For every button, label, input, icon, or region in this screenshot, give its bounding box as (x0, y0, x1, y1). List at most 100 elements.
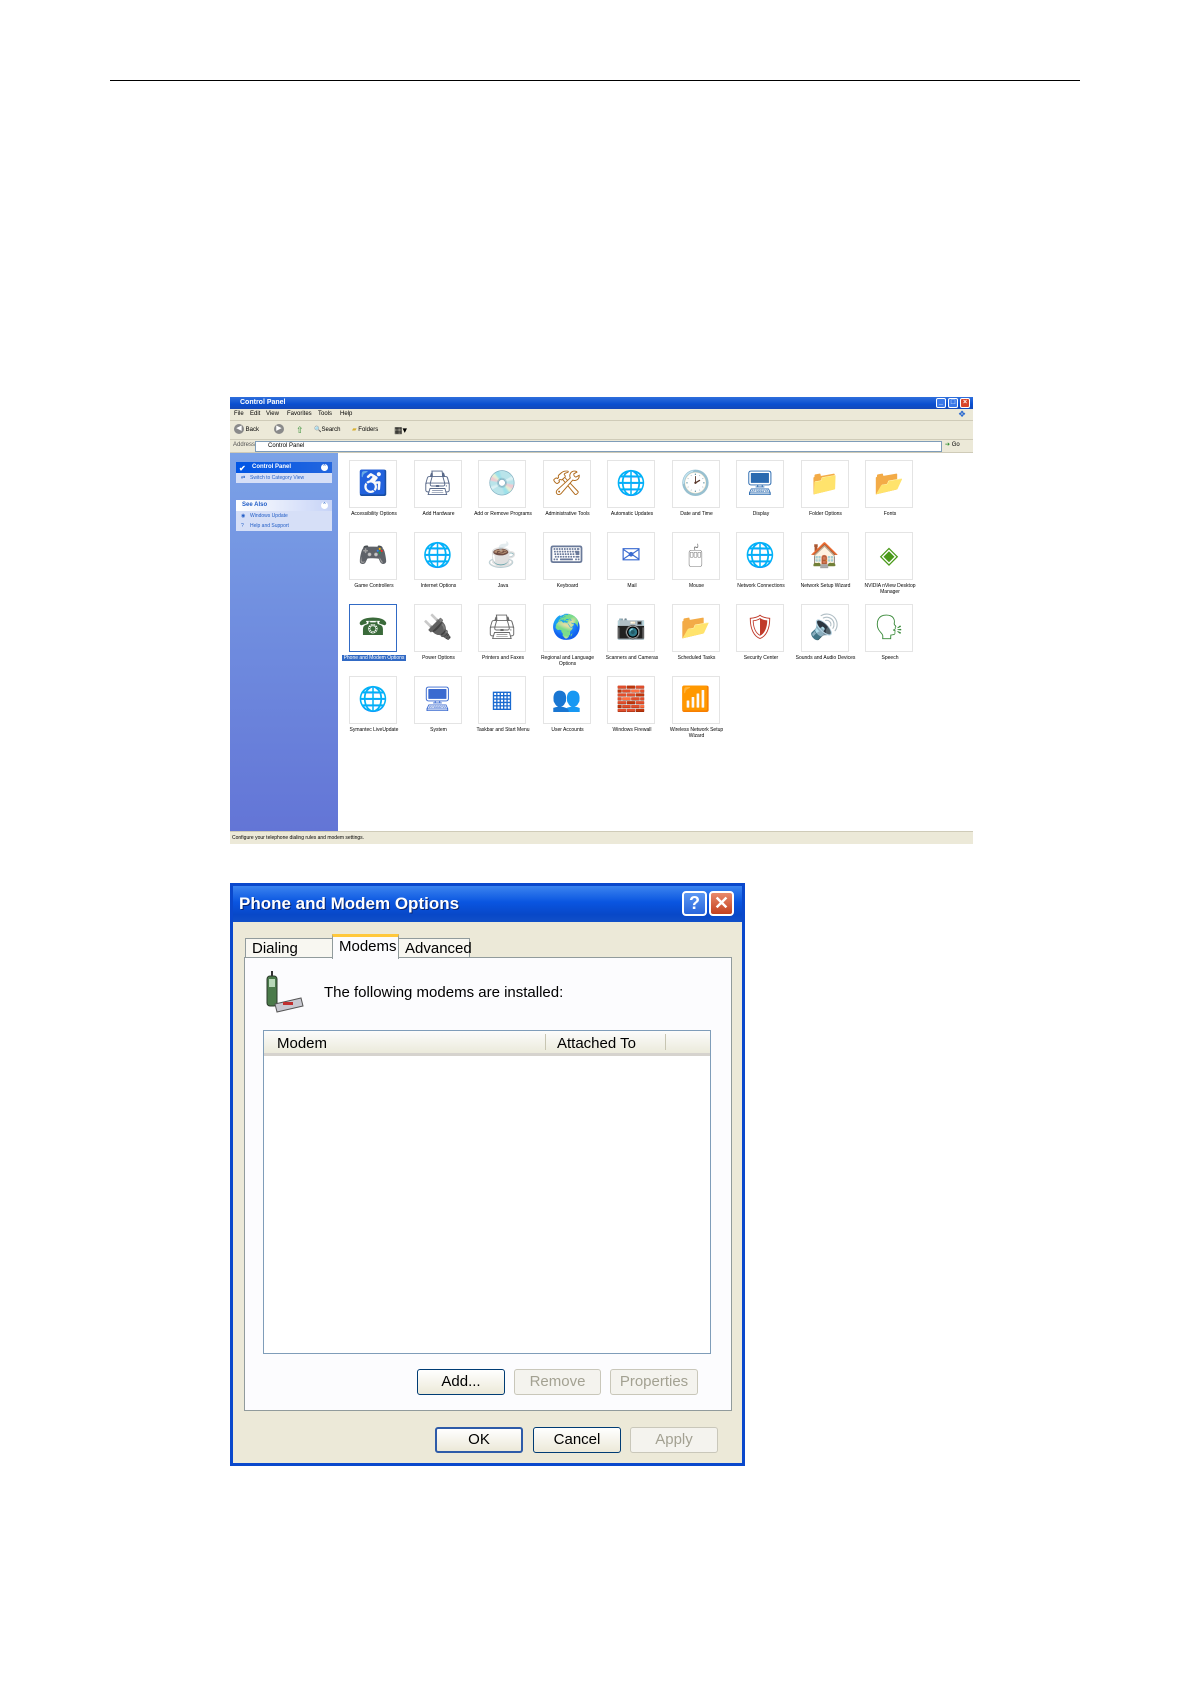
column-separator[interactable] (665, 1034, 666, 1050)
control-panel-item[interactable]: 🖨 Printers and Faxes (471, 604, 535, 672)
maximize-button[interactable]: □ (948, 398, 958, 408)
menu-favorites[interactable]: Favorites (287, 411, 312, 417)
back-button[interactable]: ◀ Back (234, 424, 259, 436)
address-value: Control Panel (268, 443, 305, 449)
control-panel-item[interactable]: 🕑 Date and Time (665, 460, 729, 528)
control-panel-item[interactable]: ✉ Mail (600, 532, 664, 600)
add-button[interactable]: Add... (417, 1369, 505, 1395)
control-panel-item[interactable]: 🗣 Speech (858, 604, 922, 672)
tab-modems[interactable]: Modems (332, 934, 399, 959)
control-panel-item-label: Date and Time (680, 511, 713, 517)
menu-help[interactable]: Help (340, 411, 352, 417)
modem-list[interactable]: Modem Attached To (263, 1030, 711, 1354)
minimize-button[interactable]: _ (936, 398, 946, 408)
windows-firewall-icon: 🧱 (607, 676, 655, 724)
cancel-button[interactable]: Cancel (533, 1427, 621, 1453)
control-panel-item[interactable]: ☕ Java (471, 532, 535, 600)
column-separator[interactable] (545, 1034, 546, 1050)
control-panel-item[interactable]: 🔌 Power Options (407, 604, 471, 672)
control-panel-item[interactable]: 🌐 Network Connections (729, 532, 793, 600)
forward-button[interactable]: ▶ (274, 424, 284, 436)
control-panel-item[interactable]: 💿 Add or Remove Programs (471, 460, 535, 528)
tab-advanced[interactable]: Advanced (398, 938, 472, 958)
close-button[interactable]: ✕ (709, 891, 734, 916)
wireless-setup-icon: 📶 (671, 676, 720, 724)
automatic-updates-icon: 🌐 (607, 460, 655, 508)
see-also-header[interactable]: See Also ⌃ (236, 500, 332, 511)
toolbar: ◀ Back ▶ ⇧ 🔍Search ▰ Folders ▦▾ (230, 421, 973, 440)
control-panel-item[interactable]: ☎ Phone and Modem Options (342, 604, 406, 672)
address-label: Address (233, 442, 256, 448)
control-panel-item[interactable]: 🔊 Sounds and Audio Devices (794, 604, 858, 672)
control-panel-item[interactable]: ◈ NVIDIA nView Desktop Manager (858, 532, 922, 600)
add-remove-programs-icon: 💿 (478, 460, 526, 508)
windows-update-icon: ◉ (241, 513, 246, 519)
security-center-icon: 🛡 (736, 604, 784, 652)
control-panel-item[interactable]: 📶 Wireless Network Setup Wizard (665, 676, 729, 744)
control-panel-item[interactable]: ▦ Taskbar and Start Menu (471, 676, 535, 744)
control-panel-item[interactable]: 🏠 Network Setup Wizard (794, 532, 858, 600)
control-panel-item[interactable]: 🎮 Game Controllers (342, 532, 406, 600)
control-panel-item[interactable]: 🌐 Internet Options (407, 532, 471, 600)
column-modem[interactable]: Modem (277, 1035, 327, 1052)
control-panel-item[interactable]: 🖱 Mouse (665, 532, 729, 600)
help-support-link[interactable]: ? Help and Support (236, 521, 332, 531)
folders-button[interactable]: ▰ Folders (352, 424, 378, 436)
control-panel-item[interactable]: 📷 Scanners and Cameras (600, 604, 664, 672)
control-panel-title-bar: Control Panel _ □ × (230, 397, 973, 409)
game-controllers-icon: 🎮 (349, 532, 397, 580)
collapse-chevron-icon[interactable]: ⌃ (321, 464, 328, 471)
control-panel-item[interactable]: 🛠 Administrative Tools (536, 460, 600, 528)
control-panel-item-label: Scheduled Tasks (677, 655, 716, 661)
go-button[interactable]: ➔ Go (945, 441, 969, 450)
control-panel-item[interactable]: 🖥 System (407, 676, 471, 744)
ok-button[interactable]: OK (435, 1427, 523, 1453)
control-panel-item[interactable]: 🖨 Add Hardware (407, 460, 471, 528)
column-attached-to[interactable]: Attached To (557, 1035, 636, 1052)
search-button[interactable]: 🔍Search (314, 424, 341, 436)
sounds-audio-icon: 🔊 (800, 604, 849, 652)
switch-view-icon: ⇄ (241, 475, 246, 481)
control-panel-item[interactable]: 🌐 Symantec LiveUpdate (342, 676, 406, 744)
control-panel-item-label: Security Center (743, 655, 779, 661)
control-panel-item[interactable]: ♿ Accessibility Options (342, 460, 406, 528)
menu-tools[interactable]: Tools (318, 411, 332, 417)
control-panel-item[interactable]: 🌍 Regional and Language Options (536, 604, 600, 672)
control-panel-item[interactable]: 🖥 Display (729, 460, 793, 528)
modems-description: The following modems are installed: (324, 984, 564, 1001)
apply-button[interactable]: Apply (630, 1427, 718, 1453)
control-panel-item[interactable]: ⌨ Keyboard (536, 532, 600, 600)
help-button[interactable]: ? (682, 891, 707, 916)
address-field[interactable]: Control Panel (255, 441, 942, 452)
java-icon: ☕ (478, 532, 526, 580)
control-panel-item[interactable]: 🛡 Security Center (729, 604, 793, 672)
network-setup-wizard-icon: 🏠 (800, 532, 849, 580)
menu-view[interactable]: View (266, 411, 279, 417)
fonts-icon: 📂 (865, 460, 913, 508)
up-folder-icon[interactable]: ⇧ (296, 424, 304, 436)
control-panel-item-label: Sounds and Audio Devices (795, 655, 856, 661)
control-panel-item[interactable]: 📁 Folder Options (794, 460, 858, 528)
control-panel-item[interactable]: 🌐 Automatic Updates (600, 460, 664, 528)
control-panel-item-label: Windows Firewall (612, 727, 652, 733)
windows-logo-icon: ❖ (958, 409, 967, 419)
tab-dialing-rules[interactable]: Dialing Rules (245, 938, 333, 977)
remove-button[interactable]: Remove (514, 1369, 601, 1395)
close-button[interactable]: × (960, 398, 970, 408)
views-button[interactable]: ▦▾ (394, 424, 407, 436)
control-panel-item[interactable]: 🧱 Windows Firewall (600, 676, 664, 744)
control-panel-item[interactable]: 📂 Fonts (858, 460, 922, 528)
switch-category-view-link[interactable]: ⇄ Switch to Category View (236, 473, 332, 483)
control-panel-item-label: Taskbar and Start Menu (476, 727, 530, 733)
control-panel-item-label: Scanners and Cameras (605, 655, 659, 661)
control-panel-item[interactable]: 👥 User Accounts (536, 676, 600, 744)
menu-file[interactable]: File (234, 411, 244, 417)
task-box-header[interactable]: ✔ Control Panel ⌃ (236, 462, 332, 473)
modem-list-header: Modem Attached To (264, 1031, 710, 1056)
control-panel-item[interactable]: 📂 Scheduled Tasks (665, 604, 729, 672)
collapse-chevron-icon[interactable]: ⌃ (321, 502, 328, 509)
user-accounts-icon: 👥 (542, 676, 591, 724)
windows-update-link[interactable]: ◉ Windows Update (236, 511, 332, 521)
properties-button[interactable]: Properties (610, 1369, 698, 1395)
menu-edit[interactable]: Edit (250, 411, 260, 417)
